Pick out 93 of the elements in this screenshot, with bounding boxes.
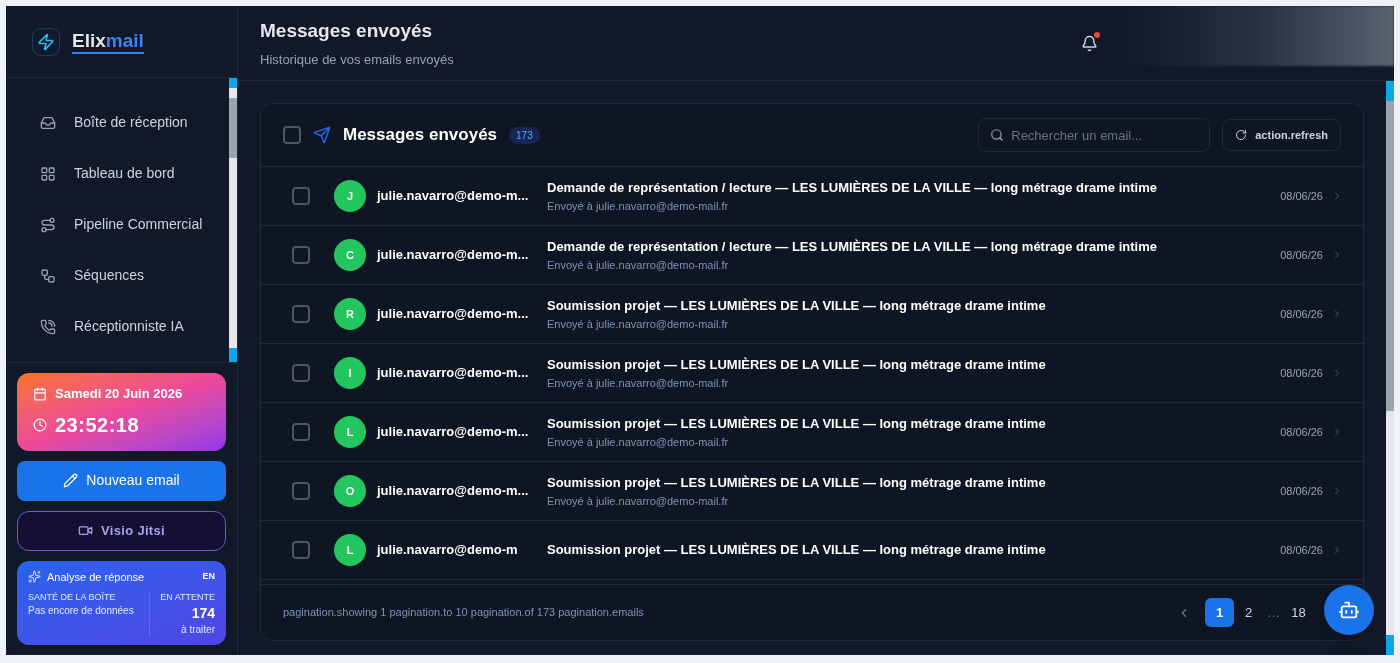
pending-count: 174 [191,604,215,622]
phone-icon [40,318,56,335]
subject-text: Soumission projet — LES LUMIÈRES DE LA VILLE — long métrage drame intime [547,541,1047,560]
date-text: 08/06/26 [1280,188,1323,204]
lightning-logo-icon [32,27,60,56]
email-row[interactable]: O julie.navarro@demo-m... Soumission projet — LES LUMIÈRES DE LA VILLE — long métrage drame intime Envoyé à julie.navarro@demo-mail.fr 08/06/26 [261,462,1363,521]
checkbox[interactable] [292,541,310,559]
sender-text: julie.navarro@demo-m... [377,423,530,442]
checkbox[interactable] [292,364,310,382]
email-row[interactable]: L julie.navarro@demo-m... Soumission projet — LES LUMIÈRES DE LA VILLE — long métrage drame intime Envoyé à julie.navarro@demo-mail.fr 08/06/26 [261,403,1363,462]
checkbox[interactable] [292,246,310,264]
pending-label: EN ATTENTE [160,591,215,604]
pencil-icon [63,473,79,488]
bell-icon [1081,34,1098,52]
recipient-text: Envoyé à julie.navarro@demo-mail.fr [547,434,730,450]
refresh-icon [1235,129,1248,141]
pagination-ellipsis: … [1267,603,1280,622]
subject-text: Soumission projet — LES LUMIÈRES DE LA VILLE — long métrage drame intime [547,474,1047,492]
sidebar-item[interactable]: Séquences [40,265,229,286]
search-field[interactable]: Rechercher un email... [978,118,1211,152]
subject-text: Demande de représentation / lecture — LES LUMIÈRES DE LA VILLE — long métrage drame intime [547,238,1158,256]
pagination-summary: pagination.showing 1 pagination.to 10 pagination.of 173 pagination.emails [283,605,645,621]
sender-text: julie.navarro@demo-m... [377,246,530,265]
sidebar-item[interactable]: Tableau de bord [40,163,229,184]
subject-text: Soumission projet — LES LUMIÈRES DE LA VILLE — long métrage drame intime [547,356,1047,374]
checkbox[interactable] [292,423,310,441]
new-email-button[interactable]: Nouveau email [17,460,226,501]
sender-text: julie.navarro@demo-m [377,541,519,560]
avatar: O [334,475,366,507]
date-text: 08/06/26 [1280,247,1323,263]
sidebar-item[interactable]: Boîte de réception [40,112,229,133]
calendar-icon [33,386,47,401]
email-row[interactable]: C julie.navarro@demo-m... Demande de représentation / lecture — LES LUMIÈRES DE LA VILLE — long métrage drame intime Envoyé à julie.navarro@demo-mail.fr 08/06/26 [261,226,1363,285]
sidebar-item[interactable]: Réceptionniste IA [40,316,229,337]
refresh-button[interactable]: action.refresh [1222,119,1341,151]
email-row[interactable]: R julie.navarro@demo-m... Soumission projet — LES LUMIÈRES DE LA VILLE — long métrage drame intime Envoyé à julie.navarro@demo-mail.fr 08/06/26 [261,285,1363,344]
checkbox[interactable] [292,187,310,205]
robot-icon [1338,599,1360,621]
pending-note: à traiter [181,623,215,637]
sender-text: julie.navarro@demo-m... [377,305,530,324]
count-badge: 173 [509,126,540,144]
date-text: 08/06/26 [1280,365,1323,381]
recipient-text: Envoyé à julie.navarro@demo-mail.fr [547,257,730,273]
subject-text: Soumission projet — LES LUMIÈRES DE LA VILLE — long métrage drame intime [547,297,1047,315]
subject-text: Demande de représentation / lecture — LES LUMIÈRES DE LA VILLE — long métrage drame intime [547,179,1158,197]
app-logo: Elixmail [72,28,144,55]
page-title: Messages envoyés [260,19,434,43]
page-subtitle: Historique de vos emails envoyés [260,50,455,69]
recipient-text: Envoyé à julie.navarro@demo-mail.fr [547,198,730,214]
sender-text: julie.navarro@demo-m... [377,187,530,206]
date-text: 08/06/26 [1280,483,1323,499]
panel-title: Messages envoyés [343,124,498,147]
avatar: L [334,534,366,566]
inbox-icon [40,114,56,131]
time-text: 23:52:18 [55,412,140,438]
email-row[interactable]: I julie.navarro@demo-m... Soumission projet — LES LUMIÈRES DE LA VILLE — long métrage drame intime Envoyé à julie.navarro@demo-mail.fr 08/06/26 [261,344,1363,403]
video-call-button[interactable]: Visio Jitsi [17,510,226,551]
send-icon [313,126,331,144]
analysis-title: Analyse de réponse [47,569,145,585]
date-text: 08/06/26 [1280,542,1323,558]
health-label: SANTÉ DE LA BOÎTE [28,591,117,604]
video-camera-icon [78,523,93,538]
clock-icon [33,417,47,432]
email-row[interactable]: L julie.navarro@demo-m Soumission projet — LES LUMIÈRES DE LA VILLE — long métrage drame intime 08/06/26 [261,521,1363,580]
workflow-icon [40,267,56,284]
checkbox[interactable] [292,482,310,500]
avatar: L [334,416,366,448]
recipient-text: Envoyé à julie.navarro@demo-mail.fr [547,493,730,509]
sparkles-icon [28,570,41,584]
page-button[interactable]: 18 [1284,598,1313,627]
avatar: C [334,239,366,271]
sidebar-item[interactable]: Pipeline Commercial [40,214,229,235]
language-label: EN [202,570,215,583]
health-value: Pas encore de données [28,604,135,617]
page-button[interactable]: 1 [1205,598,1234,627]
route-icon [40,216,56,233]
checkbox[interactable] [292,305,310,323]
recipient-text: Envoyé à julie.navarro@demo-mail.fr [547,316,730,332]
grid-icon [40,165,56,182]
recipient-text: Envoyé à julie.navarro@demo-mail.fr [547,375,730,391]
avatar: R [334,298,366,330]
avatar: I [334,357,366,389]
avatar: J [334,180,366,212]
date-text: 08/06/26 [1280,424,1323,440]
search-icon [990,128,1005,142]
date-text: Samedi 20 Juin 2026 [55,385,183,403]
checkbox[interactable] [283,126,301,144]
page-button[interactable]: 2 [1234,598,1263,627]
sender-text: julie.navarro@demo-m... [377,364,530,383]
date-text: 08/06/26 [1280,306,1323,322]
sender-text: julie.navarro@demo-m... [377,482,530,501]
email-row[interactable]: J julie.navarro@demo-m... Demande de représentation / lecture — LES LUMIÈRES DE LA VILLE — long métrage drame intime Envoyé à julie.navarro@demo-mail.fr 08/06/26 [261,167,1363,226]
subject-text: Soumission projet — LES LUMIÈRES DE LA VILLE — long métrage drame intime [547,415,1047,433]
